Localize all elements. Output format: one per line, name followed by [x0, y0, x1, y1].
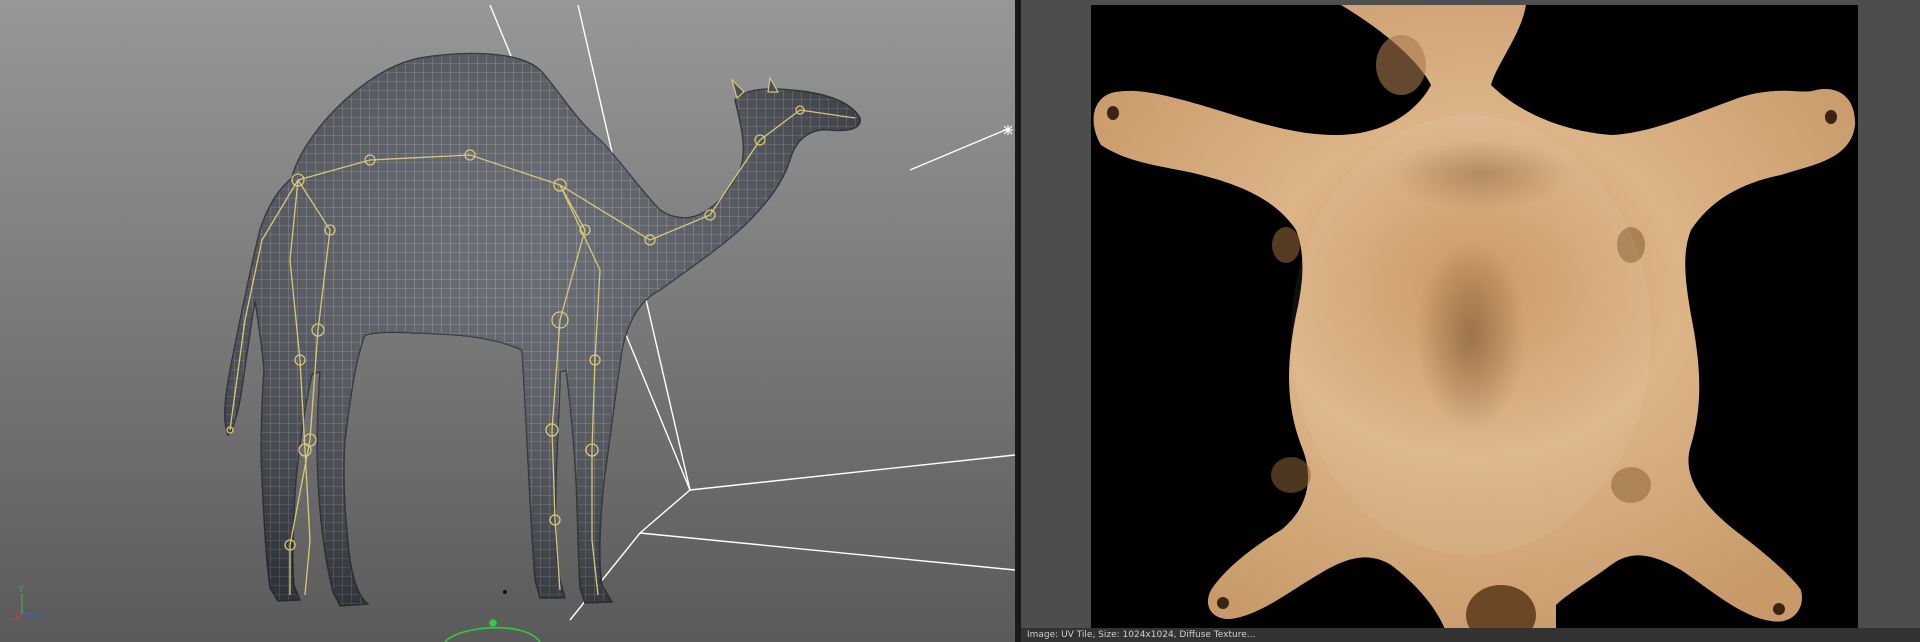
viewport-scene[interactable]: Y Z: [0, 0, 1015, 642]
axis-z-label: Z: [37, 610, 44, 621]
uv-editor-right-margin: [1858, 0, 1920, 642]
uv-status-bar: Image: UV Tile, Size: 1024x1024, Diffuse…: [1021, 628, 1920, 642]
uv-editor-panel[interactable]: Image: UV Tile, Size: 1024x1024, Diffuse…: [1021, 0, 1920, 642]
light-locator-icon[interactable]: [1003, 125, 1013, 135]
3d-viewport[interactable]: Y Z: [0, 0, 1015, 642]
uv-editor-left-margin: [1021, 0, 1091, 642]
pivot-point: [503, 590, 507, 594]
camel-skin-texture: [1093, 5, 1856, 642]
uv-texture-canvas[interactable]: [1091, 5, 1858, 642]
axis-y-label: Y: [17, 584, 25, 595]
axis-gizmo: Y Z: [13, 584, 44, 621]
rotate-manipulator[interactable]: [444, 619, 541, 642]
